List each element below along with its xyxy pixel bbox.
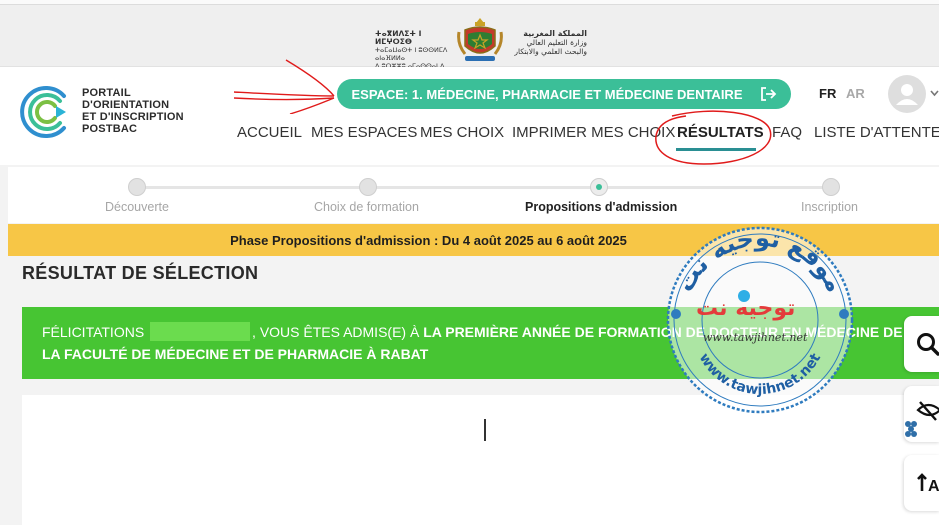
logo-line: ET D'INSCRIPTION (82, 111, 184, 123)
tifinagh-line: ⵜⴰⵎⴰⵡⴰⵙⵜ ⵏ ⵓⵙⵙⵍⵎⴷ ⴰⵏⴰⴼⵍⵍⴰ (375, 46, 448, 62)
program-text: LA PREMIÈRE ANNÉE DE FORMATION DE DOCTEU… (423, 324, 903, 340)
moroccan-coat-of-arms-icon (457, 18, 503, 61)
text-size-icon: A (917, 473, 939, 495)
chevron-down-icon[interactable] (930, 89, 939, 97)
annotation-circle-icon (655, 110, 772, 165)
redacted-name (150, 322, 251, 341)
step-label-propositions-d-admission: Propositions d'admission (525, 200, 678, 214)
logout-icon[interactable] (758, 84, 778, 104)
accessibility-icon (905, 401, 939, 437)
search-icon (917, 333, 939, 356)
window-edge (0, 0, 939, 5)
step-dot-propositions-d-admission (590, 178, 608, 196)
phase-banner: Phase Propositions d'admission : Du 4 ao… (8, 224, 939, 256)
portal-logo-text[interactable]: PORTAIL D'ORIENTATION ET D'INSCRIPTION P… (82, 87, 184, 135)
logo-line: PORTAIL (82, 87, 131, 99)
logo-line: POSTBAC (82, 123, 138, 135)
user-icon (896, 84, 918, 105)
result-line-2: LA FACULTÉ DE MÉDECINE ET DE PHARMACIE À… (42, 346, 429, 362)
side-search-button[interactable] (904, 316, 939, 372)
step-label-inscription: Inscription (801, 200, 858, 214)
side-text-size-button[interactable]: A (904, 455, 939, 511)
phase-text: Phase Propositions d'admission : Du 4 ao… (230, 232, 627, 248)
espace-label: ESPACE: 1. MÉDECINE, PHARMACIE ET MÉDECI… (351, 86, 743, 102)
lang-fr-link[interactable]: FR (819, 86, 836, 101)
portal-logo-icon[interactable] (20, 84, 76, 140)
avatar[interactable] (888, 75, 926, 113)
step-dot-choix-de-formation (359, 178, 377, 196)
tifinagh-line: ⵜⴰⴳⵍⴷⵉⵜ ⵏ ⵍⵎⵖⵔⵉⴱ (375, 29, 422, 46)
arabic-line: وزارة التعليم العالي (526, 38, 587, 47)
nav-faq[interactable]: FAQ (772, 124, 802, 141)
step-dot-inscription (822, 178, 840, 196)
progress-stepper (8, 167, 939, 223)
lang-ar-link[interactable]: AR (846, 86, 865, 101)
side-accessibility-button[interactable] (904, 386, 939, 442)
step-label-decouverte: Découverte (105, 200, 169, 214)
arabic-line: والبحث العلمي والابتكار (514, 47, 587, 56)
step-dot-decouverte (128, 178, 146, 196)
nav-liste-d-attente[interactable]: LISTE D'ATTENTE (814, 124, 939, 141)
page-title: RÉSULTAT DE SÉLECTION (22, 263, 259, 283)
text-cursor-icon (484, 419, 486, 441)
admitted-text: , VOUS ÊTES ADMIS(E) À (252, 324, 420, 340)
watermark-url: www.tawjihnet.net (703, 331, 808, 344)
svg-text:A: A (928, 478, 939, 495)
nav-mes-choix[interactable]: MES CHOIX (420, 124, 504, 141)
stepper-track (137, 186, 831, 189)
step-label-choix-de-formation: Choix de formation (314, 200, 419, 214)
annotation-arrow-icon (233, 59, 335, 114)
ministry-name-arabic: المملكة المغربية وزارة التعليم العالي وا… (505, 29, 587, 56)
content-panel (22, 395, 939, 525)
espace-selector-button[interactable]: ESPACE: 1. MÉDECINE, PHARMACIE ET MÉDECI… (337, 79, 791, 109)
logo-line: D'ORIENTATION (82, 99, 170, 111)
nav-mes-espaces[interactable]: MES ESPACES (311, 124, 417, 141)
arabic-line: المملكة المغربية (523, 29, 587, 38)
nav-imprimer-mes-choix[interactable]: IMPRIMER MES CHOIX (512, 124, 675, 141)
congrats-text: FÉLICITATIONS (42, 324, 145, 340)
watermark-logo-text: توجيه نت (696, 296, 796, 321)
nav-accueil[interactable]: ACCUEIL (237, 124, 302, 141)
